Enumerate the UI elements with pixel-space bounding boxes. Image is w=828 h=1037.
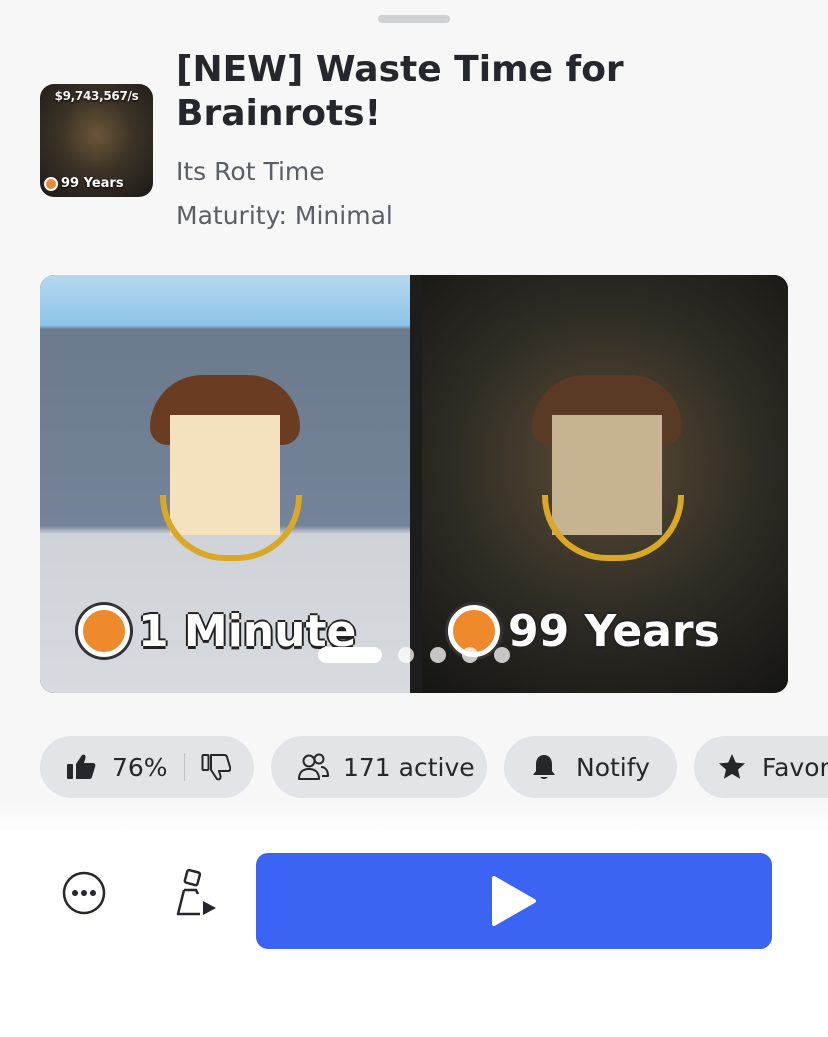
page-dot-active[interactable] — [318, 647, 382, 663]
clock-coin-icon — [78, 605, 130, 657]
game-thumbnail: $9,743,567/s 99 Years — [40, 84, 153, 197]
vote-separator — [183, 753, 185, 781]
maturity-rating: Maturity: Minimal — [176, 201, 393, 230]
page-dot[interactable] — [462, 647, 478, 663]
game-title: [NEW] Waste Time for Brainrots! — [176, 49, 624, 134]
carousel-slide-old: 99 Years — [422, 275, 788, 693]
page-dot[interactable] — [494, 647, 510, 663]
game-details-sheet: $9,743,567/s 99 Years [NEW] Waste Time f… — [0, 0, 828, 1037]
people-icon — [298, 753, 329, 780]
notify-label: Notify — [576, 752, 650, 782]
play-button[interactable] — [256, 853, 772, 949]
thumbs-down-icon[interactable] — [201, 753, 231, 781]
more-icon[interactable] — [62, 871, 106, 915]
thumbnail-badge: 99 Years — [44, 176, 124, 191]
active-players-label: 171 active — [343, 752, 475, 782]
active-players-chip[interactable]: 171 active — [271, 736, 487, 798]
slide-divider — [410, 275, 422, 693]
character-image — [140, 375, 310, 575]
favorite-label: Favorite — [762, 752, 828, 782]
action-chips-row: 76% 171 active Notify Favor — [40, 736, 828, 798]
carousel-page-indicator — [318, 647, 510, 663]
favorite-button[interactable]: Favorite — [694, 736, 828, 798]
media-carousel[interactable]: 1 Minute 99 Years — [40, 275, 788, 693]
vote-chip: 76% — [40, 736, 254, 798]
avatar-icon[interactable] — [170, 868, 220, 920]
carousel-slide-new: 1 Minute — [40, 275, 410, 693]
bell-icon — [533, 755, 555, 779]
page-dot[interactable] — [398, 647, 414, 663]
play-icon — [492, 876, 536, 926]
page-dot[interactable] — [430, 647, 446, 663]
sheet-grab-handle[interactable] — [378, 15, 450, 23]
thumbnail-badge-label: 99 Years — [61, 176, 124, 191]
creator-name[interactable]: Its Rot Time — [176, 157, 325, 186]
star-icon — [719, 754, 745, 779]
rating-percent: 76% — [112, 752, 168, 782]
character-image — [522, 375, 692, 575]
thumbnail-money-text: $9,743,567/s — [54, 89, 139, 103]
slide-caption-left: 1 Minute — [78, 605, 356, 657]
slide-caption-right-text: 99 Years — [508, 605, 720, 657]
notify-button[interactable]: Notify — [504, 736, 677, 798]
clock-coin-icon — [44, 176, 58, 191]
thumbs-up-icon[interactable] — [66, 753, 96, 781]
